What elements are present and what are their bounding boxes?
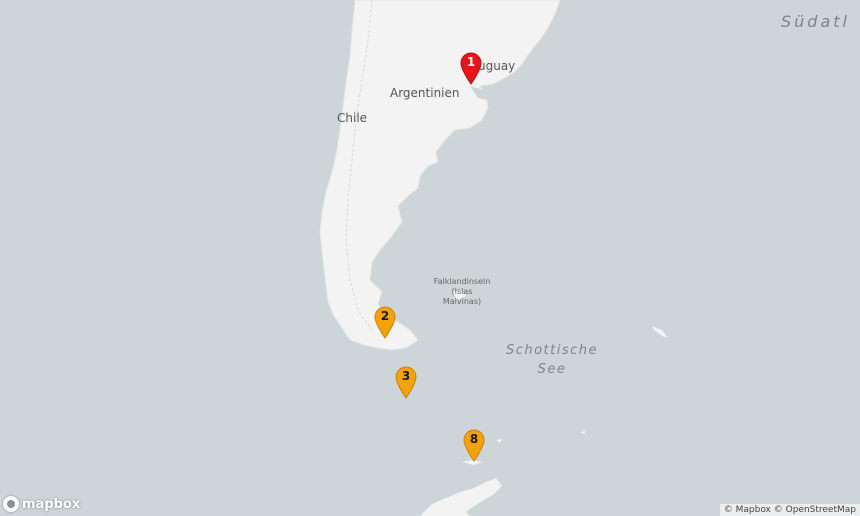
label-falklands: Falklandinseln (Islas Malvinas) bbox=[430, 277, 494, 307]
marker-3-label: 3 bbox=[401, 369, 411, 383]
label-falklands-line1: Falklandinseln bbox=[433, 277, 491, 286]
mapbox-logo[interactable]: mapbox bbox=[3, 496, 80, 512]
map-canvas[interactable]: Argentinien Chile uguay Falklandinseln (… bbox=[0, 0, 860, 516]
map-marker-1[interactable]: 1 bbox=[459, 51, 483, 85]
attribution-osm-link[interactable]: © OpenStreetMap bbox=[774, 505, 856, 515]
attribution-bar: © Mapbox © OpenStreetMap bbox=[719, 504, 860, 516]
label-falklands-line2: (Islas bbox=[451, 287, 473, 296]
label-argentina: Argentinien bbox=[390, 86, 460, 100]
land-islet-b bbox=[580, 431, 586, 434]
land-south-georgia bbox=[652, 326, 668, 338]
label-scotia-line1: Schottische bbox=[505, 343, 599, 358]
label-south-atlantic: Südatl bbox=[781, 12, 850, 31]
marker-8-label: 8 bbox=[469, 432, 479, 446]
label-falklands-line3: Malvinas) bbox=[442, 297, 482, 306]
land-islet-a bbox=[496, 439, 502, 443]
mapbox-logo-icon bbox=[3, 496, 19, 512]
label-scotia-line2: See bbox=[537, 362, 567, 377]
attribution-mapbox-link[interactable]: © Mapbox bbox=[724, 505, 771, 515]
mapbox-logo-text: mapbox bbox=[22, 496, 81, 512]
map-marker-3[interactable]: 3 bbox=[394, 365, 418, 399]
map-marker-2[interactable]: 2 bbox=[373, 305, 397, 339]
marker-1-label: 1 bbox=[466, 55, 476, 69]
label-scotia-sea: Schottische See bbox=[502, 343, 602, 377]
marker-2-label: 2 bbox=[380, 309, 390, 323]
land-antarctic-peninsula bbox=[420, 478, 502, 516]
label-uruguay: uguay bbox=[478, 59, 516, 73]
label-chile: Chile bbox=[337, 111, 368, 125]
map-basemap bbox=[319, 0, 668, 516]
map-marker-8[interactable]: 8 bbox=[462, 428, 486, 462]
